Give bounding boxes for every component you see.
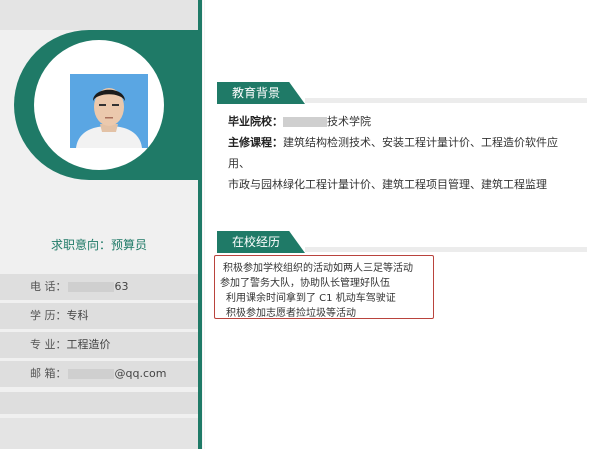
email-value: @qq.com xyxy=(114,367,167,380)
profile-photo xyxy=(70,74,148,148)
job-intent-label: 求职意向： xyxy=(50,238,111,252)
left-bottom-bar xyxy=(0,418,198,449)
school-label: 毕业院校： xyxy=(228,115,283,128)
education-value: 专科 xyxy=(66,309,89,322)
job-intent: 求职意向：预算员 xyxy=(0,236,198,253)
info-row-phone: 电 话： 63 xyxy=(0,274,198,300)
info-row-education: 学 历：专科 xyxy=(0,303,198,329)
school-line: 毕业院校： 技术学院 xyxy=(228,111,578,132)
school-value: 技术学院 xyxy=(327,115,371,128)
info-row-email: 邮 箱： @qq.com xyxy=(0,361,198,387)
courses-line-2: 市政与园林绿化工程计量计价、建筑工程项目管理、建筑工程监理 xyxy=(228,178,547,191)
accent-divider xyxy=(198,0,202,449)
experience-highlight-box: 积极参加学校组织的活动如两人三足等活动 参加了警务大队，协助队长管理好队伍 利用… xyxy=(214,255,434,319)
major-label: 专 业： xyxy=(30,338,67,351)
experience-item: 参加了警务大队，协助队长管理好队伍 xyxy=(220,278,390,289)
info-row-major: 专 业：工程造价 xyxy=(0,332,198,358)
right-column xyxy=(205,0,600,449)
contact-info: 电 话： 63 学 历：专科 专 业：工程造价 邮 箱： @qq.com xyxy=(0,274,198,390)
left-empty-row xyxy=(0,392,198,414)
left-top-bar xyxy=(0,0,198,30)
experience-item: 利用课余时间拿到了 C1 机动车驾驶证 xyxy=(226,293,396,304)
divider-highlight xyxy=(203,0,204,449)
courses-line: 主修课程：建筑结构检测技术、安装工程计量计价、工程造价软件应用、 xyxy=(228,132,578,174)
experience-item: 积极参加志愿者捡垃圾等活动 xyxy=(226,308,356,319)
redaction-mask xyxy=(67,282,114,292)
experience-item: 积极参加学校组织的活动如两人三足等活动 xyxy=(223,263,413,274)
person-photo-icon xyxy=(70,74,148,148)
email-label: 邮 箱： xyxy=(30,367,67,380)
courses-label: 主修课程： xyxy=(228,136,283,149)
section-rule xyxy=(305,98,587,103)
section-rule xyxy=(305,247,587,252)
redaction-mask xyxy=(283,117,327,127)
job-intent-value: 预算员 xyxy=(111,238,148,252)
education-label: 学 历： xyxy=(30,309,67,322)
redaction-mask xyxy=(67,369,114,379)
phone-value: 63 xyxy=(114,280,129,293)
education-content: 毕业院校： 技术学院 主修课程：建筑结构检测技术、安装工程计量计价、工程造价软件应… xyxy=(228,111,578,195)
resume-page: 求职意向：预算员 电 话： 63 学 历：专科 专 业：工程造价 邮 箱： @qq.… xyxy=(0,0,600,449)
phone-label: 电 话： xyxy=(30,280,67,293)
major-value: 工程造价 xyxy=(66,338,111,351)
